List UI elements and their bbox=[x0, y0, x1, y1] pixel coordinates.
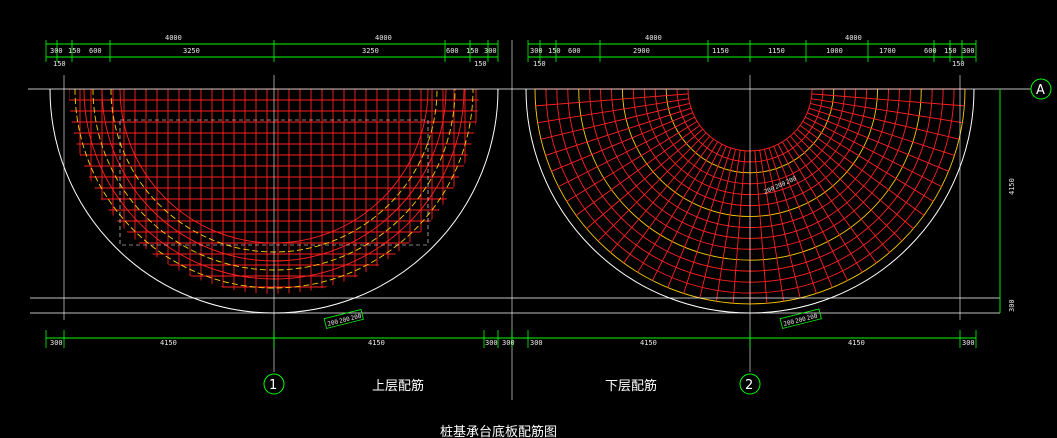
axis-bubble-a[interactable]: A bbox=[1030, 78, 1052, 100]
drawing-footer-title: 桩基承台底板配筋图 bbox=[440, 424, 557, 438]
dim-top-right-sub-1: 150 bbox=[533, 60, 546, 68]
dim-top-right-seg-11: 300 bbox=[962, 47, 975, 55]
dim-bottom-left-4: 300 bbox=[485, 339, 498, 347]
dim-top-left-seg-7: 150 bbox=[466, 47, 479, 55]
dim-top-left-seg-8: 300 bbox=[484, 47, 497, 55]
dim-top-right-seg-7: 1000 bbox=[826, 47, 843, 55]
dim-top-left-overall-2: 4000 bbox=[375, 34, 392, 42]
radial-bar bbox=[540, 103, 690, 140]
radial-bar bbox=[699, 149, 736, 299]
dim-top-left-seg-6: 600 bbox=[446, 47, 459, 55]
dim-top-left-overall-1: 4000 bbox=[165, 34, 182, 42]
spacing-dim-6: 200 bbox=[806, 313, 819, 323]
cad-drawing: 4000 4000 4000 4000 300 150 600 3250 325… bbox=[28, 34, 1052, 438]
axis-bubble-2[interactable]: 2 bbox=[739, 373, 761, 395]
dim-bottom-right-3: 4150 bbox=[848, 339, 865, 347]
dim-bottom-left-3: 4150 bbox=[368, 339, 385, 347]
radial-bar bbox=[759, 150, 785, 302]
radial-bar bbox=[768, 147, 817, 294]
dim-side-base: 300 bbox=[1008, 299, 1016, 312]
dimension-lines bbox=[45, 40, 1031, 348]
dim-top-right-seg-9: 600 bbox=[924, 47, 937, 55]
dim-top-right-seg-5: 1150 bbox=[712, 47, 729, 55]
dim-bottom-left-2: 4150 bbox=[160, 339, 177, 347]
dim-top-left-sub-1: 150 bbox=[53, 60, 66, 68]
radial-bar bbox=[811, 98, 963, 124]
dim-top-right-seg-4: 2900 bbox=[633, 47, 650, 55]
structure-outlines bbox=[28, 40, 1030, 400]
radial-bar bbox=[545, 107, 692, 156]
radial-bar bbox=[715, 150, 741, 302]
spacing-dim-2: 200 bbox=[338, 316, 351, 326]
dim-top-left-seg-5: 3250 bbox=[362, 47, 379, 55]
dim-top-right-seg-2: 150 bbox=[548, 47, 561, 55]
radial-bar bbox=[808, 107, 955, 156]
dim-top-left-seg-2: 150 bbox=[68, 47, 81, 55]
dim-bottom-right-1: 300 bbox=[530, 339, 543, 347]
dim-top-left-seg-4: 3250 bbox=[183, 47, 200, 55]
axis-label-2: 2 bbox=[745, 378, 753, 393]
axis-bubble-1[interactable]: 1 bbox=[263, 373, 285, 395]
dim-top-left-seg-3: 600 bbox=[89, 47, 102, 55]
dim-side-height: 4150 bbox=[1008, 178, 1016, 195]
cad-drawing-canvas[interactable]: 4000 4000 4000 4000 300 150 600 3250 325… bbox=[0, 0, 1057, 438]
spacing-dim-4: 200 bbox=[783, 318, 796, 328]
dim-bottom-left-5: 300 bbox=[502, 339, 515, 347]
dim-bottom-right-2: 4150 bbox=[640, 339, 657, 347]
dim-top-right-seg-10: 150 bbox=[944, 47, 957, 55]
dim-top-right-sub-2: 150 bbox=[952, 60, 965, 68]
dim-top-left-seg-1: 300 bbox=[50, 47, 63, 55]
dim-top-right-seg-1: 300 bbox=[530, 47, 543, 55]
dim-bottom-right-4: 300 bbox=[962, 339, 975, 347]
axis-label-a: A bbox=[1036, 83, 1045, 98]
bottom-left-spacing-dims: 200 200 200 bbox=[323, 309, 364, 329]
dim-bottom-left-1: 300 bbox=[50, 339, 63, 347]
title-bottom-layer: 下层配筋 bbox=[605, 378, 657, 394]
title-top-layer: 上层配筋 bbox=[372, 378, 424, 394]
radial-bar bbox=[764, 149, 801, 299]
spacing-dim-1: 200 bbox=[327, 318, 340, 328]
dim-top-left-sub-2: 150 bbox=[474, 60, 487, 68]
bottom-right-spacing-dims: 200 200 200 bbox=[779, 308, 822, 329]
dim-top-right-seg-8: 1700 bbox=[879, 47, 896, 55]
radial-bar bbox=[537, 98, 689, 124]
radial-bar bbox=[810, 103, 960, 140]
axis-label-1: 1 bbox=[269, 378, 277, 393]
dim-top-right-overall-2: 4000 bbox=[845, 34, 862, 42]
spacing-dim-5: 200 bbox=[794, 316, 807, 326]
radial-bar bbox=[683, 147, 732, 294]
dim-top-right-overall-1: 4000 bbox=[645, 34, 662, 42]
dim-top-right-seg-3: 600 bbox=[568, 47, 581, 55]
dim-top-right-seg-6: 1150 bbox=[768, 47, 785, 55]
spacing-dim-3: 200 bbox=[350, 313, 363, 323]
